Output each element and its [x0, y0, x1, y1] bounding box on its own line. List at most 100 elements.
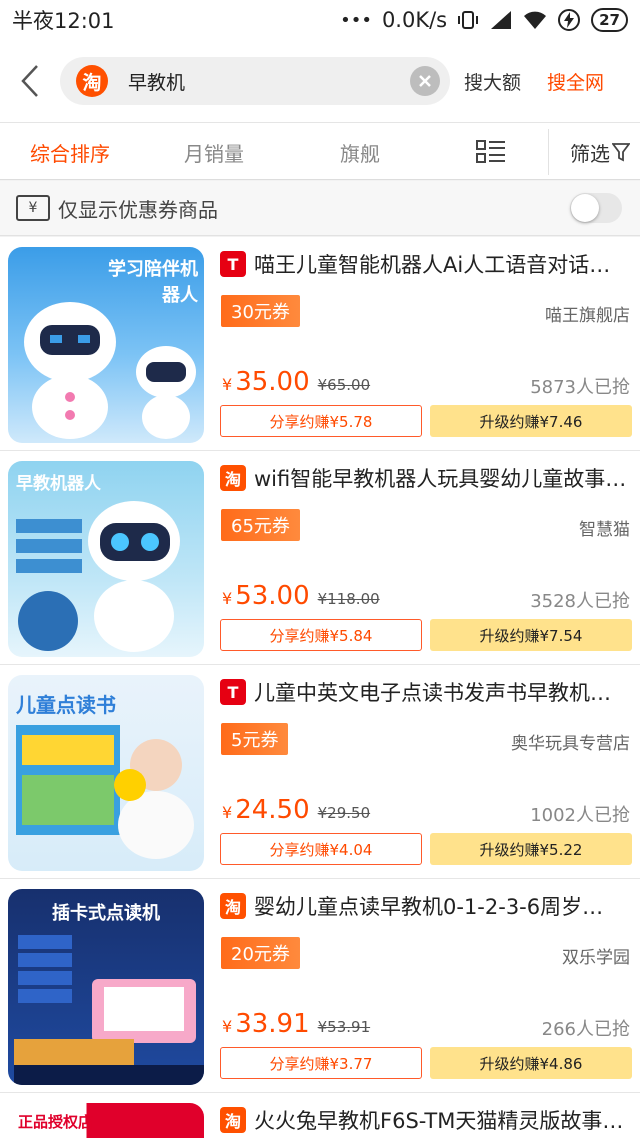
coupon-ticket-icon: ¥: [16, 195, 50, 221]
product-title-text: 火火兔早教机F6S-TM天猫精灵版故事…: [254, 1109, 624, 1133]
coupon-badge[interactable]: 5元券: [221, 723, 289, 755]
shop-name[interactable]: 双乐学园: [562, 943, 630, 968]
currency-symbol: ¥: [222, 803, 233, 822]
original-price: ¥118.00: [317, 590, 380, 608]
product-image[interactable]: 插卡式点读机: [8, 889, 204, 1085]
price-row: ¥ 33.91 ¥53.91: [222, 1009, 370, 1039]
price-row: ¥ 35.00 ¥65.00: [222, 367, 370, 397]
coupon-filter-label: 仅显示优惠券商品: [58, 197, 218, 222]
shop-name[interactable]: 喵王旗舰店: [545, 301, 630, 326]
status-indicators: ••• 0.0K/s 27: [340, 8, 628, 32]
network-speed: 0.0K/s: [381, 8, 448, 32]
original-price: ¥29.50: [317, 804, 371, 822]
product-title-text: 喵王儿童智能机器人Ai人工语音对话…: [254, 253, 611, 277]
reader-illustration: [14, 935, 204, 1085]
product-title[interactable]: T 喵王儿童智能机器人Ai人工语音对话…: [220, 249, 632, 279]
vibrate-icon: [458, 11, 479, 29]
current-price: 53.00: [235, 581, 310, 611]
product-title[interactable]: 淘 wifi智能早教机器人玩具婴幼儿童故事…: [220, 463, 632, 493]
price-row: ¥ 53.00 ¥118.00: [222, 581, 380, 611]
coupon-filter-row: ¥ 仅显示优惠券商品: [0, 181, 640, 236]
product-title[interactable]: 淘 火火兔早教机F6S-TM天猫精灵版故事…: [220, 1105, 632, 1135]
sold-count: 266人已抢: [541, 1019, 630, 1040]
toggle-knob: [571, 194, 599, 222]
product-image[interactable]: 正品授权店: [8, 1103, 204, 1138]
product-title[interactable]: T 儿童中英文电子点读书发声书早教机…: [220, 677, 632, 707]
battery-level: 27: [591, 8, 628, 32]
chevron-left-icon: [21, 65, 38, 97]
product-title-text: 儿童中英文电子点读书发声书早教机…: [254, 681, 611, 705]
search-query[interactable]: 早教机: [128, 68, 410, 95]
original-price: ¥53.91: [317, 1018, 371, 1036]
share-earn-button[interactable]: 分享约赚¥4.04: [220, 833, 422, 865]
list-view-icon: [476, 140, 505, 163]
product-card[interactable]: 学习陪伴机器人 T 喵王儿童智能机器人Ai人工语音对话… 30元券 喵王旗舰店 …: [0, 237, 640, 451]
sold-count: 5873人已抢: [530, 377, 630, 398]
clear-search-button[interactable]: [410, 66, 440, 96]
back-button[interactable]: [0, 40, 60, 122]
product-list: 学习陪伴机器人 T 喵王儿童智能机器人Ai人工语音对话… 30元券 喵王旗舰店 …: [0, 237, 640, 1138]
status-bar: 半夜12:01 ••• 0.0K/s 27: [0, 0, 640, 40]
search-input[interactable]: 淘 早教机: [60, 57, 450, 105]
share-earn-button[interactable]: 分享约赚¥5.78: [220, 405, 422, 437]
more-dots-icon: •••: [340, 9, 372, 31]
wifi-icon: [524, 11, 547, 29]
product-title[interactable]: 淘 婴幼儿童点读早教机0-1-2-3-6周岁…: [220, 891, 632, 921]
search-big-coupon-button[interactable]: 搜大额: [464, 68, 521, 95]
sort-bar: 综合排序 月销量 旗舰 筛选: [0, 122, 640, 180]
coupon-only-toggle[interactable]: [570, 193, 622, 223]
upgrade-earn-button[interactable]: 升级约赚¥7.46: [430, 405, 632, 437]
original-price: ¥65.00: [317, 376, 371, 394]
filter-button[interactable]: 筛选: [570, 123, 630, 181]
product-card[interactable]: 儿童点读书 T 儿童中英文电子点读书发声书早教机… 5元券 奥华玩具专营店 ¥ …: [0, 665, 640, 879]
list-view-toggle[interactable]: [476, 123, 506, 181]
sold-count: 1002人已抢: [530, 805, 630, 826]
currency-symbol: ¥: [222, 1017, 233, 1036]
product-image[interactable]: 学习陪伴机器人: [8, 247, 204, 443]
taobao-logo-icon: 淘: [76, 65, 108, 97]
search-all-button[interactable]: 搜全网: [547, 68, 604, 95]
tab-flagship[interactable]: 旗舰: [340, 123, 380, 181]
current-price: 35.00: [235, 367, 310, 397]
product-title-text: wifi智能早教机器人玩具婴幼儿童故事…: [254, 467, 627, 491]
price-row: ¥ 24.50 ¥29.50: [222, 795, 370, 825]
taobao-badge-icon: 淘: [220, 893, 246, 919]
share-earn-button[interactable]: 分享约赚¥3.77: [220, 1047, 422, 1079]
thumb-caption: 正品授权店: [18, 1113, 94, 1131]
signal-icon: [491, 11, 512, 29]
product-image[interactable]: 早教机器人: [8, 461, 204, 657]
current-price: 24.50: [235, 795, 310, 825]
product-card[interactable]: 正品授权店 淘 火火兔早教机F6S-TM天猫精灵版故事…: [0, 1093, 640, 1138]
upgrade-earn-button[interactable]: 升级约赚¥5.22: [430, 833, 632, 865]
currency-symbol: ¥: [222, 589, 233, 608]
close-icon: [419, 75, 431, 87]
upgrade-earn-button[interactable]: 升级约赚¥7.54: [430, 619, 632, 651]
taobao-badge-icon: 淘: [220, 465, 246, 491]
tmall-badge-icon: T: [220, 679, 246, 705]
tmall-badge-icon: T: [220, 251, 246, 277]
filter-icon: [612, 143, 630, 162]
taobao-badge-icon: 淘: [220, 1107, 246, 1133]
divider: [548, 129, 549, 175]
coupon-badge[interactable]: 30元券: [221, 295, 300, 327]
tab-monthly-sales[interactable]: 月销量: [184, 123, 244, 181]
shop-name[interactable]: 奥华玩具专营店: [511, 729, 630, 754]
product-image[interactable]: 儿童点读书: [8, 675, 204, 871]
shop-name[interactable]: 智慧猫: [579, 515, 630, 540]
tab-comprehensive[interactable]: 综合排序: [30, 123, 110, 181]
status-time: 半夜12:01: [12, 9, 115, 33]
coupon-badge[interactable]: 20元券: [221, 937, 300, 969]
book-illustration: [16, 725, 194, 859]
current-price: 33.91: [235, 1009, 310, 1039]
coupon-badge[interactable]: 65元券: [221, 509, 300, 541]
share-earn-button[interactable]: 分享约赚¥5.84: [220, 619, 422, 651]
filter-label: 筛选: [570, 141, 610, 166]
currency-symbol: ¥: [222, 375, 233, 394]
charging-icon: [558, 9, 581, 31]
product-card[interactable]: 插卡式点读机 淘 婴幼儿童点读早教机0-1-2-3-6周岁… 20元券 双乐学园…: [0, 879, 640, 1093]
upgrade-earn-button[interactable]: 升级约赚¥4.86: [430, 1047, 632, 1079]
product-card[interactable]: 早教机器人 淘 wifi智能早教机器人玩具婴幼儿童故事… 65元券 智慧猫 ¥ …: [0, 451, 640, 665]
product-title-text: 婴幼儿童点读早教机0-1-2-3-6周岁…: [254, 895, 604, 919]
robot-illustration: [16, 501, 180, 652]
sold-count: 3528人已抢: [530, 591, 630, 612]
